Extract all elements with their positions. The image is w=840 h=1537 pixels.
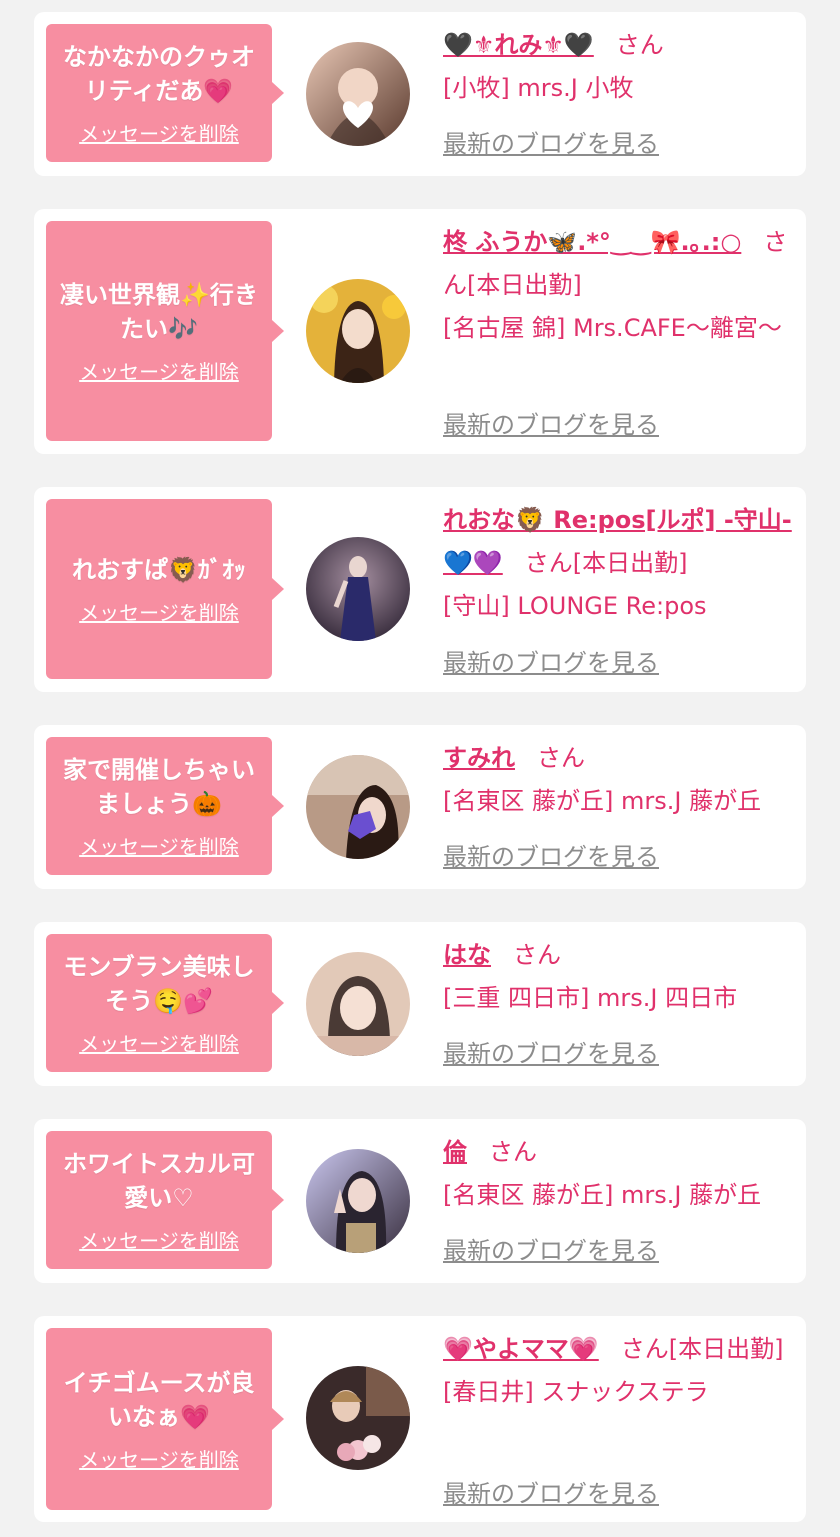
message-list: なかなかのクゥオリティだあ💗 メッセージを削除 🖤⚜れみ⚜🖤 さん [小牧] mr…	[0, 0, 840, 1537]
delete-message-link[interactable]: メッセージを削除	[79, 118, 239, 147]
honorific: さん	[513, 941, 561, 969]
status-label: ん[本日出勤]	[443, 271, 582, 299]
message-text: なかなかのクゥオリティだあ💗	[63, 42, 255, 105]
message-bubble: イチゴムースが良いなぁ💗 メッセージを削除	[46, 1328, 284, 1510]
user-name-link[interactable]: 🖤⚜れみ⚜🖤	[443, 31, 594, 59]
message-bubble: 家で開催しちゃいましょう🎃 メッセージを削除	[46, 737, 284, 875]
message-text: 凄い世界観✨行きたい🎶	[60, 280, 258, 343]
delete-message-link[interactable]: メッセージを削除	[79, 1225, 239, 1254]
avatar[interactable]	[306, 1366, 410, 1470]
user-name-link[interactable]: 倫	[443, 1138, 467, 1166]
card-info: はな さん [三重 四日市] mrs.J 四日市	[443, 934, 792, 1020]
user-name-link[interactable]: はな	[443, 941, 491, 969]
avatar[interactable]	[306, 537, 410, 641]
message-bubble: 凄い世界観✨行きたい🎶 メッセージを削除	[46, 221, 284, 441]
message-text: モンブラン美味しそう🤤💕	[63, 952, 255, 1015]
card-info: すみれ さん [名東区 藤が丘] mrs.J 藤が丘	[443, 737, 792, 823]
list-item: イチゴムースが良いなぁ💗 メッセージを削除 💗やよママ💗 さん[本日出勤] [春日…	[34, 1316, 806, 1522]
latest-blog-link[interactable]: 最新のブログを見る	[443, 837, 659, 872]
shop-name: [名古屋 錦] Mrs.CAFE～離宮～	[443, 314, 782, 342]
message-text: れおすぱ🦁ｶﾞｵｯ	[72, 555, 246, 584]
list-item: なかなかのクゥオリティだあ💗 メッセージを削除 🖤⚜れみ⚜🖤 さん [小牧] mr…	[34, 12, 806, 176]
delete-message-link[interactable]: メッセージを削除	[79, 597, 239, 626]
avatar[interactable]	[306, 279, 410, 383]
message-bubble: ホワイトスカル可愛い♡ メッセージを削除	[46, 1131, 284, 1269]
message-text: イチゴムースが良いなぁ💗	[63, 1368, 255, 1431]
shop-name: [守山] LOUNGE Re:pos	[443, 592, 707, 620]
user-name-link[interactable]: 💗やよママ💗	[443, 1335, 599, 1363]
message-bubble: なかなかのクゥオリティだあ💗 メッセージを削除	[46, 24, 284, 162]
message-text: 家で開催しちゃいましょう🎃	[63, 755, 255, 818]
avatar-photo	[306, 42, 410, 146]
card-info: 💗やよママ💗 さん[本日出勤] [春日井] スナックステラ	[443, 1328, 792, 1414]
message-text: ホワイトスカル可愛い♡	[63, 1149, 255, 1212]
delete-message-link[interactable]: メッセージを削除	[79, 356, 239, 385]
user-name-link[interactable]: すみれ	[443, 744, 515, 772]
latest-blog-link[interactable]: 最新のブログを見る	[443, 124, 659, 159]
delete-message-link[interactable]: メッセージを削除	[79, 1444, 239, 1473]
delete-message-link[interactable]: メッセージを削除	[79, 831, 239, 860]
honorific: さ	[763, 228, 788, 256]
list-item: 凄い世界観✨行きたい🎶 メッセージを削除 柊 ふうか🦋.*°‿‿🎀.｡.:○ さん…	[34, 209, 806, 454]
shop-name: [春日井] スナックステラ	[443, 1378, 709, 1406]
latest-blog-link[interactable]: 最新のブログを見る	[443, 1231, 659, 1266]
list-item: ホワイトスカル可愛い♡ メッセージを削除 倫さん [名東区 藤が丘] mrs.J…	[34, 1119, 806, 1283]
avatar-photo	[306, 537, 410, 641]
honorific: さん	[524, 549, 573, 577]
user-name-link[interactable]: 柊 ふうか🦋.*°‿‿🎀.｡.:○	[443, 228, 741, 256]
avatar-photo	[306, 1366, 410, 1470]
latest-blog-link[interactable]: 最新のブログを見る	[443, 643, 659, 678]
card-info: 倫さん [名東区 藤が丘] mrs.J 藤が丘	[443, 1131, 792, 1217]
status-label: [本日出勤]	[668, 1335, 784, 1363]
avatar[interactable]	[306, 1149, 410, 1253]
delete-message-link[interactable]: メッセージを削除	[79, 1028, 239, 1057]
latest-blog-link[interactable]: 最新のブログを見る	[443, 1474, 659, 1509]
shop-name: [名東区 藤が丘] mrs.J 藤が丘	[443, 787, 762, 815]
avatar[interactable]	[306, 42, 410, 146]
message-bubble: モンブラン美味しそう🤤💕 メッセージを削除	[46, 934, 284, 1072]
avatar[interactable]	[306, 755, 410, 859]
honorific: さん	[537, 744, 585, 772]
avatar-photo	[306, 755, 410, 859]
card-info: 柊 ふうか🦋.*°‿‿🎀.｡.:○ さん[本日出勤] [名古屋 錦] Mrs.CA…	[443, 221, 792, 350]
latest-blog-link[interactable]: 最新のブログを見る	[443, 405, 659, 440]
avatar-photo	[306, 279, 410, 383]
card-info: 🖤⚜れみ⚜🖤 さん [小牧] mrs.J 小牧	[443, 24, 792, 110]
honorific: さん	[615, 31, 664, 59]
honorific: さん	[620, 1335, 669, 1363]
list-item: れおすぱ🦁ｶﾞｵｯ メッセージを削除 れおな🦁 Re:pos[ルポ] -守山-💙…	[34, 487, 806, 692]
avatar[interactable]	[306, 952, 410, 1056]
message-bubble: れおすぱ🦁ｶﾞｵｯ メッセージを削除	[46, 499, 284, 679]
avatar-photo	[306, 952, 410, 1056]
list-item: モンブラン美味しそう🤤💕 メッセージを削除 はな さん [三重 四日市] mrs.…	[34, 922, 806, 1086]
card-info: れおな🦁 Re:pos[ルポ] -守山-💙💜 さん[本日出勤] [守山] LOUN…	[443, 499, 792, 628]
latest-blog-link[interactable]: 最新のブログを見る	[443, 1034, 659, 1069]
shop-name: [小牧] mrs.J 小牧	[443, 74, 634, 102]
honorific: さん	[489, 1138, 537, 1166]
shop-name: [名東区 藤が丘] mrs.J 藤が丘	[443, 1181, 762, 1209]
list-item: 家で開催しちゃいましょう🎃 メッセージを削除 すみれ さん [名東区 藤が丘] m…	[34, 725, 806, 889]
shop-name: [三重 四日市] mrs.J 四日市	[443, 984, 738, 1012]
status-label: [本日出勤]	[572, 549, 688, 577]
avatar-photo	[306, 1149, 410, 1253]
